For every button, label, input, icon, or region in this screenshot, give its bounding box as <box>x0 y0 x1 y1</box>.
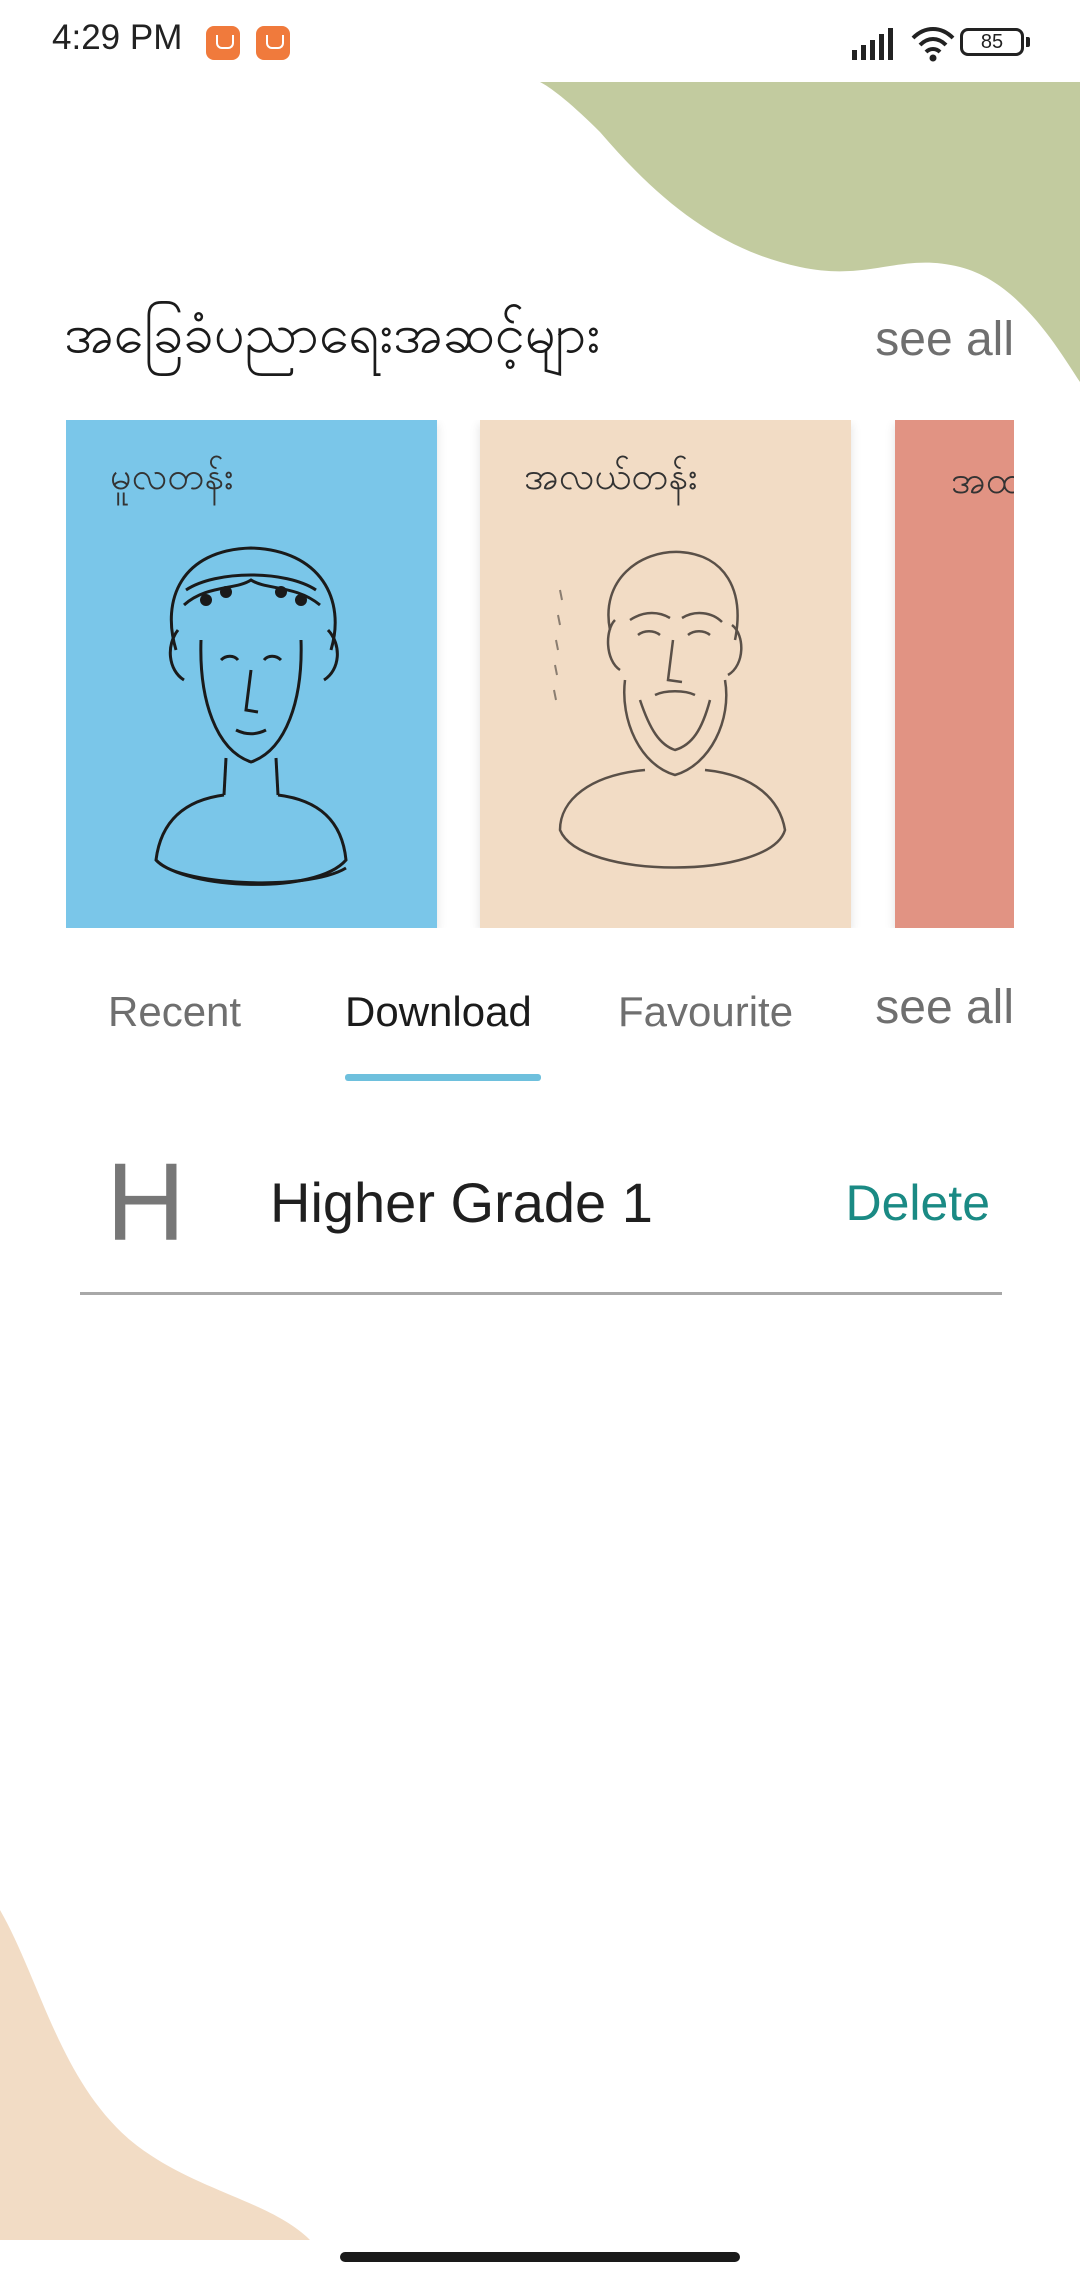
list-item[interactable]: H Higher Grade 1 Delete <box>80 1140 1002 1295</box>
delete-button[interactable]: Delete <box>845 1174 990 1232</box>
level-card-middle[interactable]: အလယ်တန်း <box>480 420 851 928</box>
signal-icon <box>852 28 893 60</box>
level-card-primary[interactable]: မူလတန်း <box>66 420 437 928</box>
tab-recent[interactable]: Recent <box>108 988 241 1036</box>
tab-download[interactable]: Download <box>345 988 532 1036</box>
tab-favourite[interactable]: Favourite <box>618 988 793 1036</box>
female-bust-illustration <box>154 546 348 886</box>
home-indicator[interactable] <box>340 2252 740 2262</box>
item-initial-avatar: H <box>106 1141 186 1264</box>
level-cards-carousel[interactable]: မူလတန်း အလယ်တန်း အထ <box>66 420 1014 928</box>
decorative-blob-bottom <box>0 1910 310 2240</box>
app-notification-icon <box>206 26 240 60</box>
app-notification-icon <box>256 26 290 60</box>
bearded-bust-illustration <box>553 550 787 869</box>
see-all-tab-link[interactable]: see all <box>875 980 1014 1035</box>
battery-icon: 85 <box>960 28 1030 56</box>
divider <box>80 1292 1002 1295</box>
see-all-levels-link[interactable]: see all <box>875 312 1014 367</box>
card-label: အထ <box>951 458 1014 502</box>
status-time: 4:29 PM <box>52 18 183 57</box>
level-card-high[interactable]: အထ <box>895 420 1014 928</box>
card-label: အလယ်တန်း <box>524 454 698 498</box>
card-label: မူလတန်း <box>110 454 234 498</box>
screen: 4:29 PM 85 အခြေခံပညာရေးအဆင့်များ see all <box>0 0 1080 2280</box>
item-title[interactable]: Higher Grade 1 <box>270 1170 653 1235</box>
status-bar: 4:29 PM 85 <box>0 0 1080 82</box>
section-title: အခြေခံပညာရေးအဆင့်များ <box>64 302 601 365</box>
wifi-icon <box>911 27 955 62</box>
active-tab-indicator <box>345 1074 541 1081</box>
